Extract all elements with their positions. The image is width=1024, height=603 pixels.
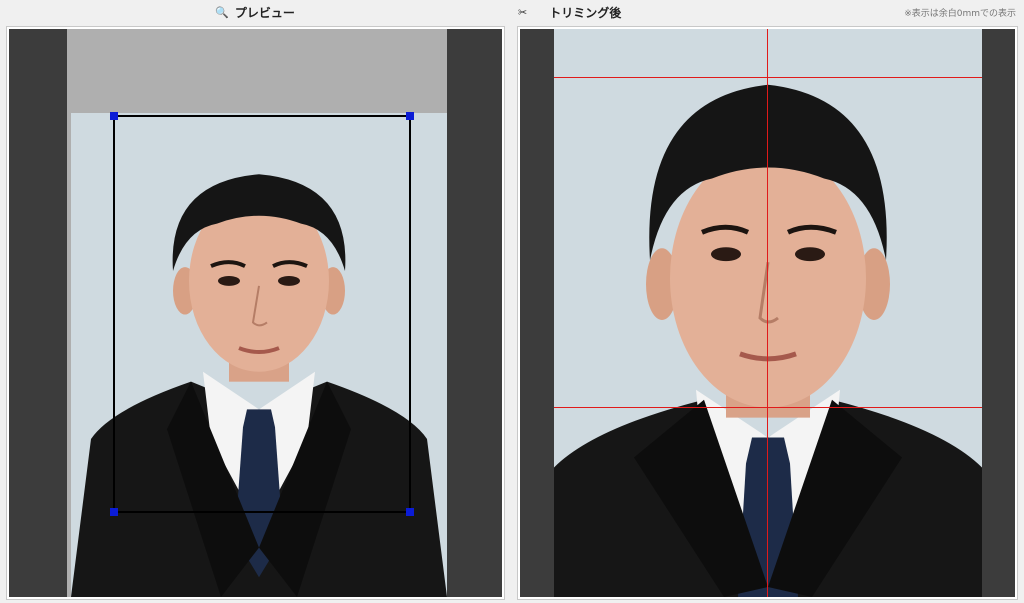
person-portrait-zoomed [554, 84, 982, 597]
guide-line-top [554, 77, 982, 78]
preview-header: 🔍 プレビュー [0, 0, 510, 24]
preview-canvas[interactable] [9, 29, 502, 597]
trimmed-canvas [520, 29, 1015, 597]
trimmed-panel [517, 26, 1018, 600]
crop-handle-top-left[interactable] [110, 112, 118, 120]
preview-panel [6, 26, 505, 600]
preview-title: プレビュー [234, 5, 295, 20]
crop-frame[interactable] [110, 112, 414, 516]
crop-handle-top-right[interactable] [406, 112, 414, 120]
scissors-icon: ✂ [518, 5, 528, 19]
trimmed-header: ✂ トリミング後 ※表示は余白0mmでの表示 [512, 0, 1024, 24]
crop-handle-bottom-right[interactable] [406, 508, 414, 516]
trimmed-photo [554, 29, 982, 597]
guide-line-center [767, 29, 768, 597]
app-window: 🔍 プレビュー ✂ トリミング後 ※表示は余白0mmでの表示 [0, 0, 1024, 603]
margin-note: ※表示は余白0mmでの表示 [904, 9, 1016, 19]
crop-handle-bottom-left[interactable] [110, 508, 118, 516]
guide-line-chin [554, 407, 982, 408]
trimmed-title: トリミング後 [549, 5, 622, 20]
magnifier-icon: 🔍 [215, 5, 229, 19]
